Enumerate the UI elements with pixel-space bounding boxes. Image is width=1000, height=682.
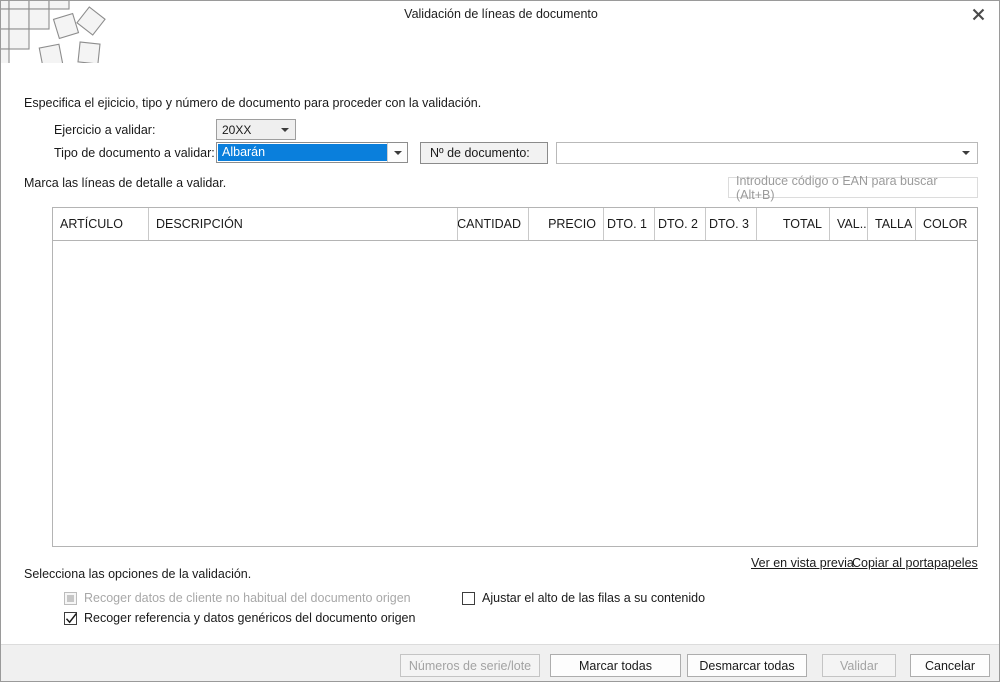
table-column-header[interactable]: DTO. 1	[604, 208, 655, 240]
title-bar: Validación de líneas de documento	[1, 1, 999, 27]
checkbox-recoger-datos-cliente: Recoger datos de cliente no habitual del…	[64, 591, 411, 605]
lineas-detalle-table: ARTÍCULO DESCRIPCIÓN CANTIDAD PRECIO DTO. 1D…	[52, 207, 978, 547]
table-column-header[interactable]: TOTAL	[757, 208, 830, 240]
intro-text: Especifica el ejicicio, tipo y número de…	[24, 96, 482, 110]
table-column-header[interactable]: ARTÍCULO	[53, 208, 149, 240]
table-column-header[interactable]: CANTIDAD	[458, 208, 529, 240]
opciones-validacion-label: Selecciona las opciones de la validación…	[24, 567, 252, 581]
tipo-documento-chevron-down-icon[interactable]	[387, 143, 407, 162]
numero-documento-chevron-down-icon[interactable]	[955, 151, 977, 155]
checkbox-unchecked-icon	[462, 591, 475, 605]
close-icon	[972, 8, 985, 20]
checkbox-label: Recoger datos de cliente no habitual del…	[84, 591, 411, 605]
ejercicio-value: 20XX	[222, 122, 252, 137]
validar-button[interactable]: Validar	[822, 654, 896, 677]
dialog-window: Validación de líneas de documento Especi…	[0, 0, 1000, 682]
table-column-header[interactable]: VAL...	[830, 208, 868, 240]
copiar-portapapeles-link[interactable]: Copiar al portapapeles	[852, 556, 978, 570]
ejercicio-label: Ejercicio a validar:	[54, 123, 156, 137]
table-column-header[interactable]: PRECIO	[529, 208, 604, 240]
numero-documento-select[interactable]	[556, 142, 978, 164]
desmarcar-todas-button[interactable]: Desmarcar todas	[687, 654, 807, 677]
tipo-documento-value: Albarán	[218, 144, 387, 161]
table-column-header[interactable]: DESCRIPCIÓN	[149, 208, 458, 240]
table-body[interactable]	[53, 241, 977, 546]
numero-documento-button[interactable]: Nº de documento:	[420, 142, 548, 164]
checkbox-checked-icon	[64, 611, 77, 625]
ejercicio-select[interactable]: 20XX	[216, 119, 296, 140]
ver-vista-previa-link[interactable]: Ver en vista previa	[751, 556, 854, 570]
numeros-serie-lote-button[interactable]: Números de serie/lote	[400, 654, 540, 677]
ejercicio-chevron-down-icon	[275, 127, 295, 132]
table-column-header[interactable]: COLOR	[916, 208, 973, 240]
tipo-documento-field[interactable]: Albarán	[217, 143, 387, 162]
checkbox-label: Ajustar el alto de las filas a su conten…	[482, 591, 706, 605]
checkbox-indicator-disabled-icon	[64, 591, 77, 605]
window-title: Validación de líneas de documento	[404, 7, 598, 21]
marcar-todas-button[interactable]: Marcar todas	[550, 654, 681, 677]
table-header-row: ARTÍCULO DESCRIPCIÓN CANTIDAD PRECIO DTO. 1D…	[53, 208, 977, 241]
table-column-header[interactable]: DTO. 2	[655, 208, 706, 240]
marca-lineas-label: Marca las líneas de detalle a validar.	[24, 176, 227, 190]
table-column-header[interactable]: DTO. 3	[706, 208, 757, 240]
table-column-header[interactable]: TALLA	[868, 208, 916, 240]
tipo-documento-select[interactable]: Albarán	[216, 142, 408, 163]
checkbox-ajustar-alto-filas[interactable]: Ajustar el alto de las filas a su conten…	[462, 591, 705, 605]
tipo-documento-label: Tipo de documento a validar:	[54, 146, 215, 160]
cancelar-button[interactable]: Cancelar	[910, 654, 990, 677]
search-placeholder: Introduce código o EAN para buscar (Alt+…	[736, 173, 938, 202]
close-button[interactable]	[956, 1, 999, 27]
checkbox-label: Recoger referencia y datos genéricos del…	[84, 611, 416, 625]
search-input[interactable]: Introduce código o EAN para buscar (Alt+…	[728, 174, 978, 202]
checkbox-recoger-referencia[interactable]: Recoger referencia y datos genéricos del…	[64, 611, 415, 625]
footer-bar: Números de serie/lote Marcar todas Desma…	[1, 644, 999, 681]
